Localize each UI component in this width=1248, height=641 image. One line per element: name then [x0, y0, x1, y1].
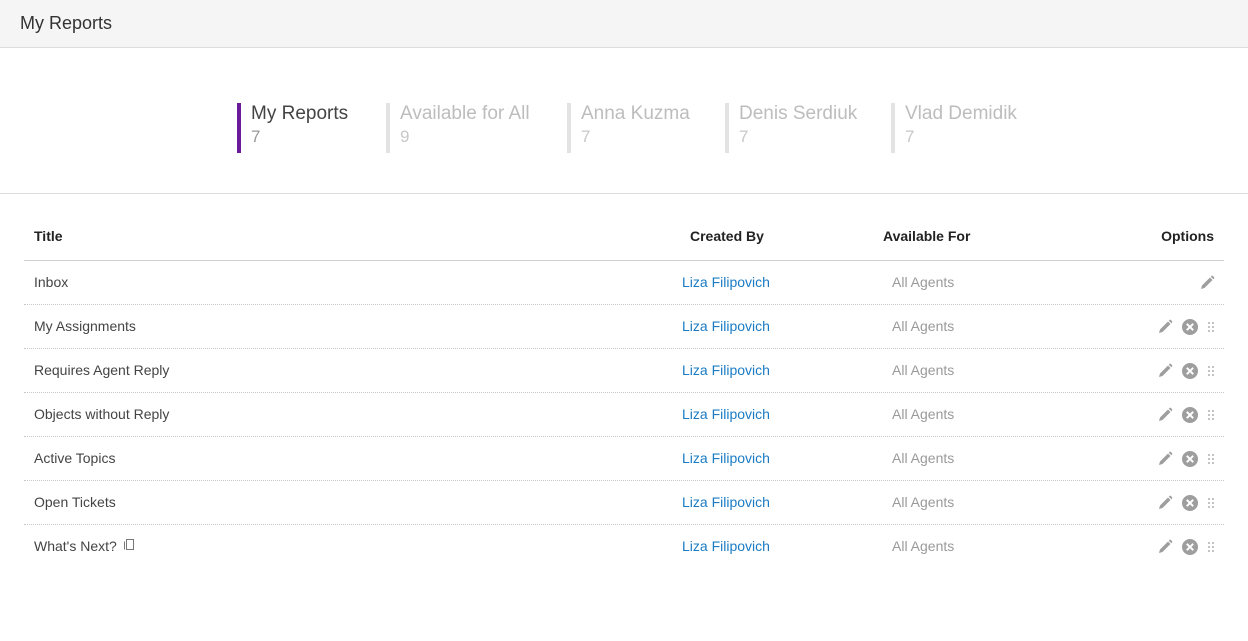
table-row[interactable]: Inbox Liza Filipovich All Agents	[24, 261, 1224, 305]
copy-icon[interactable]	[123, 538, 135, 554]
tab-anna-kuzma[interactable]: Anna Kuzma 7	[567, 103, 690, 153]
pencil-icon[interactable]	[1156, 538, 1174, 556]
creator-link[interactable]: Liza Filipovich	[682, 362, 770, 378]
tab-my-reports[interactable]: My Reports 7	[237, 103, 348, 153]
report-tabs: My Reports 7 Available for All 9 Anna Ku…	[0, 48, 1248, 194]
report-title[interactable]: Inbox	[34, 274, 68, 290]
row-options	[1156, 361, 1216, 381]
creator-link[interactable]: Liza Filipovich	[682, 406, 770, 422]
pencil-icon[interactable]	[1156, 362, 1174, 380]
tab-label: Available for All	[400, 103, 530, 124]
table-row[interactable]: Open Tickets Liza Filipovich All Agents	[24, 481, 1224, 525]
reports-table: Title Created By Available For Options I…	[24, 214, 1224, 569]
report-title[interactable]: My Assignments	[34, 318, 136, 334]
column-header-options: Options	[1161, 228, 1214, 244]
top-bar: My Reports	[0, 0, 1248, 48]
report-title-cell: What's Next?	[34, 538, 135, 554]
report-title[interactable]: What's Next?	[34, 538, 117, 554]
drag-handle-icon[interactable]	[1206, 494, 1216, 512]
pencil-icon[interactable]	[1156, 494, 1174, 512]
tab-denis-serdiuk[interactable]: Denis Serdiuk 7	[725, 103, 857, 153]
availability: All Agents	[892, 494, 955, 510]
drag-handle-icon[interactable]	[1206, 406, 1216, 424]
creator-link[interactable]: Liza Filipovich	[682, 538, 770, 554]
availability: All Agents	[892, 274, 955, 290]
tab-vlad-demidik[interactable]: Vlad Demidik 7	[891, 103, 1017, 153]
tab-count: 7	[581, 127, 591, 146]
table-row[interactable]: My Assignments Liza Filipovich All Agent…	[24, 305, 1224, 349]
row-options	[1156, 317, 1216, 337]
availability: All Agents	[892, 450, 955, 466]
tab-count: 7	[739, 127, 749, 146]
pencil-icon[interactable]	[1156, 318, 1174, 336]
close-circle-icon[interactable]	[1181, 538, 1199, 556]
drag-handle-icon[interactable]	[1206, 362, 1216, 380]
tab-label: My Reports	[251, 103, 349, 124]
table-row[interactable]: Requires Agent Reply Liza Filipovich All…	[24, 349, 1224, 393]
availability: All Agents	[892, 362, 955, 378]
row-options	[1156, 405, 1216, 425]
creator-link[interactable]: Liza Filipovich	[682, 318, 770, 334]
availability: All Agents	[892, 538, 955, 554]
creator-link[interactable]: Liza Filipovich	[682, 274, 770, 290]
drag-handle-icon[interactable]	[1206, 538, 1216, 556]
table-row[interactable]: Active Topics Liza Filipovich All Agents	[24, 437, 1224, 481]
close-circle-icon[interactable]	[1181, 494, 1199, 512]
availability: All Agents	[892, 406, 955, 422]
drag-handle-icon[interactable]	[1206, 450, 1216, 468]
close-circle-icon[interactable]	[1181, 318, 1199, 336]
page-title: My Reports	[20, 13, 113, 33]
report-title[interactable]: Requires Agent Reply	[34, 362, 169, 378]
row-options	[1156, 449, 1216, 469]
pencil-icon[interactable]	[1156, 406, 1174, 424]
tab-count: 7	[905, 127, 915, 146]
close-circle-icon[interactable]	[1181, 450, 1199, 468]
creator-link[interactable]: Liza Filipovich	[682, 494, 770, 510]
close-circle-icon[interactable]	[1181, 362, 1199, 380]
row-options	[1156, 537, 1216, 557]
column-header-title[interactable]: Title	[34, 228, 63, 244]
column-header-created-by[interactable]: Created By	[690, 228, 764, 244]
row-options	[1198, 273, 1216, 293]
report-title[interactable]: Open Tickets	[34, 494, 116, 510]
tab-available-for-all[interactable]: Available for All 9	[386, 103, 530, 153]
tab-label: Anna Kuzma	[581, 103, 690, 124]
tab-count: 9	[400, 127, 410, 146]
close-circle-icon[interactable]	[1181, 406, 1199, 424]
creator-link[interactable]: Liza Filipovich	[682, 450, 770, 466]
table-row[interactable]: What's Next? Liza Filipovich All Agents	[24, 525, 1224, 569]
report-title[interactable]: Objects without Reply	[34, 406, 169, 422]
availability: All Agents	[892, 318, 955, 334]
pencil-icon[interactable]	[1156, 450, 1174, 468]
tab-label: Denis Serdiuk	[739, 103, 858, 124]
report-title[interactable]: Active Topics	[34, 450, 115, 466]
column-header-available-for[interactable]: Available For	[883, 228, 970, 244]
row-options	[1156, 493, 1216, 513]
tab-label: Vlad Demidik	[905, 103, 1017, 124]
drag-handle-icon[interactable]	[1206, 318, 1216, 336]
table-row[interactable]: Objects without Reply Liza Filipovich Al…	[24, 393, 1224, 437]
tab-count: 7	[251, 127, 261, 146]
pencil-icon[interactable]	[1198, 274, 1216, 292]
table-header: Title Created By Available For Options	[24, 214, 1224, 261]
